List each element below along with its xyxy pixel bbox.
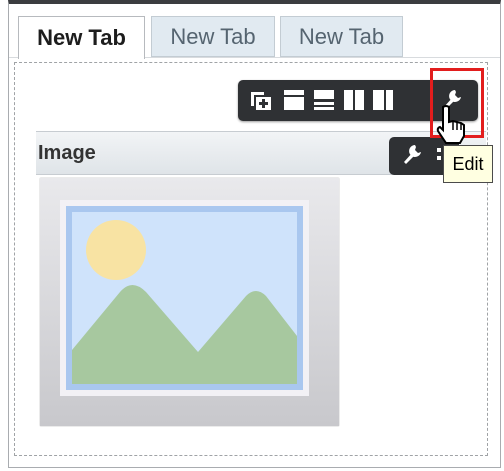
tab-label: New Tab xyxy=(37,25,126,50)
tab-label: New Tab xyxy=(298,23,385,49)
wrench-icon[interactable] xyxy=(401,143,423,167)
tab-label: New Tab xyxy=(170,23,256,49)
add-portlet-icon[interactable] xyxy=(251,88,273,112)
three-column-layout-icon[interactable] xyxy=(372,88,394,112)
two-column-layout-icon[interactable] xyxy=(343,88,365,112)
tab-new-tab-2[interactable]: New Tab xyxy=(151,16,275,57)
tooltip-text: Edit xyxy=(452,153,484,174)
tab-new-tab-1[interactable]: New Tab xyxy=(18,16,145,59)
image-frame xyxy=(40,178,339,426)
image-placeholder-icon xyxy=(60,200,309,396)
hand-cursor-icon xyxy=(433,104,471,146)
two-row-layout-icon[interactable] xyxy=(313,88,335,112)
portlet-title: Image xyxy=(38,142,96,164)
one-column-layout-icon[interactable] xyxy=(283,88,305,112)
tab-bar: New Tab New Tab New Tab xyxy=(9,4,500,59)
edit-tooltip: Edit xyxy=(443,145,493,183)
tab-new-tab-3[interactable]: New Tab xyxy=(280,16,403,57)
